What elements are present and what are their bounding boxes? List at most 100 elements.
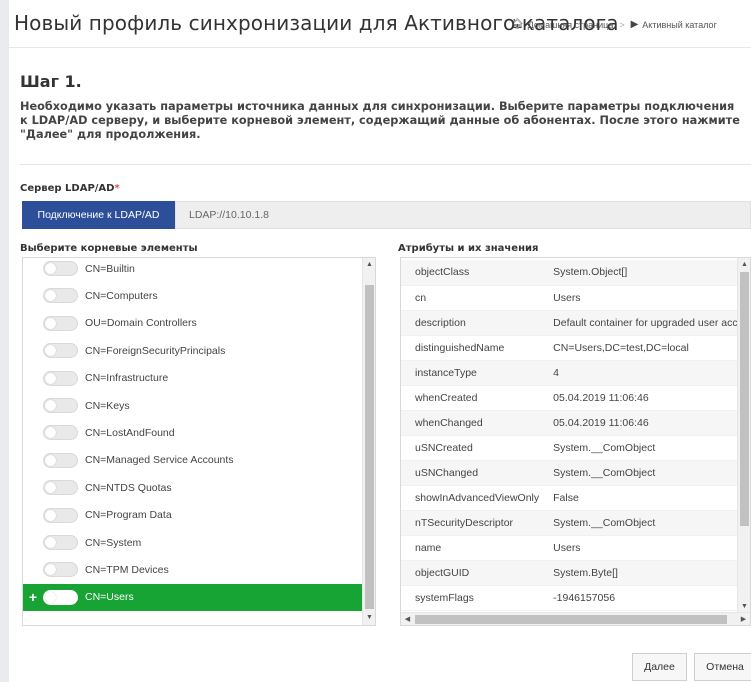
tree-item[interactable]: CN=Keys (23, 392, 363, 419)
tree-item-label: CN=Managed Service Accounts (85, 454, 234, 467)
attribute-value: 05.04.2019 11:06:46 (539, 385, 750, 411)
attribute-name: systemFlags (401, 585, 540, 611)
table-row[interactable]: whenChanged 05.04.2019 11:06:46 (401, 410, 750, 436)
tree-item-label: OU=Domain Controllers (85, 317, 197, 330)
tree-item[interactable]: CN=TPM Devices (23, 556, 363, 583)
toggle-switch[interactable] (43, 535, 78, 550)
tree-item[interactable]: CN=NTDS Quotas (23, 474, 363, 501)
toggle-switch[interactable] (43, 288, 78, 304)
toggle-switch[interactable] (43, 562, 78, 578)
server-label-text: Сервер LDAP/AD (20, 183, 115, 194)
attribute-name: objectGUID (401, 560, 540, 586)
tree-item-label: CN=Program Data (85, 509, 172, 522)
attribute-value: False (539, 485, 750, 511)
attribute-value: -1946157056 (539, 585, 750, 611)
tree-item-label: CN=NTDS Quotas (85, 481, 172, 494)
attributes-table: objectClass System.Object[] cn Users descrip… (401, 260, 750, 611)
table-row[interactable]: uSNChanged System.__ComObject (401, 460, 750, 486)
tree-item-label: CN=System (85, 536, 142, 549)
ldap-address-field[interactable]: LDAP://10.10.1.8 (175, 201, 751, 229)
toggle-switch[interactable] (43, 425, 78, 441)
attribute-value: System.Byte[] (539, 560, 750, 586)
table-row[interactable]: showInAdvancedViewOnly False (401, 485, 750, 511)
toggle-switch[interactable] (43, 589, 78, 605)
scroll-thumb[interactable] (740, 272, 749, 526)
attribute-value: Users (539, 535, 750, 561)
table-row[interactable]: uSNCreated System.__ComObject (401, 435, 750, 461)
attribute-value: Users (539, 285, 750, 311)
breadcrumb: 🏠︎ Домашняя страница > ▶ Активный катало… (511, 19, 717, 30)
table-row[interactable]: objectGUID System.Byte[] (401, 560, 750, 586)
table-row[interactable]: systemFlags -1946157056 (401, 585, 750, 611)
scroll-up-icon[interactable]: ▲ (363, 258, 375, 272)
table-row[interactable]: cn Users (401, 285, 750, 311)
expand-icon[interactable]: + (23, 589, 43, 605)
table-row[interactable]: name Users (401, 535, 750, 561)
toggle-switch[interactable] (43, 480, 78, 496)
toggle-switch[interactable] (43, 507, 78, 523)
toggle-switch[interactable] (43, 370, 78, 386)
attributes-label: Атрибуты и их значения (398, 243, 539, 254)
left-sidebar-edge (0, 0, 9, 682)
table-row[interactable]: objectClass System.Object[] (401, 260, 750, 286)
toggle-switch[interactable] (43, 452, 78, 468)
connect-ldap-button[interactable]: Подключение к LDAP/AD (22, 201, 175, 229)
tree-item-label: CN=Infrastructure (85, 372, 169, 385)
toggle-switch[interactable] (43, 261, 78, 276)
tree-item[interactable]: CN=Program Data (23, 502, 363, 529)
table-row[interactable]: whenCreated 05.04.2019 11:06:46 (401, 385, 750, 411)
tree-item-label: CN=Builtin (85, 262, 135, 275)
required-mark: * (114, 183, 120, 194)
table-row[interactable]: nTSecurityDescriptor System.__ComObject (401, 510, 750, 536)
root-elements-tree[interactable]: CN=Builtin CN=Computers OU=Domain Controll… (22, 257, 376, 626)
scroll-thumb[interactable] (415, 615, 727, 624)
attribute-value: System.__ComObject (539, 510, 750, 536)
attributes-vertical-scrollbar[interactable]: ▲ ▼ (737, 258, 750, 614)
tree-item[interactable]: CN=System (23, 529, 363, 556)
attribute-name: name (401, 535, 540, 561)
toggle-switch[interactable] (43, 398, 78, 413)
breadcrumb-home-link[interactable]: Домашняя страница (528, 20, 614, 30)
attribute-value: 05.04.2019 11:06:46 (539, 410, 750, 436)
tree-vertical-scrollbar[interactable]: ▲ ▼ (362, 258, 375, 625)
scroll-left-icon[interactable]: ◀ (401, 613, 414, 625)
table-row[interactable]: instanceType 4 (401, 360, 750, 386)
tree-item[interactable]: OU=Domain Controllers (23, 310, 363, 337)
cancel-button[interactable]: Отмена (694, 653, 751, 681)
tree-item[interactable]: + CN=Users (23, 583, 363, 611)
folder-icon: ▶ (630, 19, 639, 30)
tree-item[interactable]: CN=ForeignSecurityPrincipals (23, 337, 363, 364)
page-header: Новый профиль синхронизации для Активног… (9, 0, 751, 48)
server-label: Сервер LDAP/AD* (20, 183, 120, 194)
next-button[interactable]: Далее (632, 653, 687, 681)
tree-item-label: CN=Computers (85, 289, 158, 302)
toggle-switch[interactable] (43, 315, 78, 331)
tree-item[interactable]: CN=LostAndFound (23, 419, 363, 446)
step-description: Необходимо указать параметры источника д… (20, 100, 740, 141)
breadcrumb-separator: > (619, 19, 625, 30)
tree-item[interactable]: CN=Builtin (23, 258, 363, 282)
attributes-table-panel[interactable]: objectClass System.Object[] cn Users descrip… (400, 257, 751, 626)
attribute-name: objectClass (401, 260, 540, 286)
attribute-name: cn (401, 285, 540, 311)
tree-label: Выберите корневые элементы (20, 243, 198, 254)
scroll-down-icon[interactable]: ▼ (363, 611, 375, 625)
scroll-right-icon[interactable]: ▶ (737, 613, 750, 625)
tree-item[interactable]: CN=Computers (23, 282, 363, 309)
table-row[interactable]: distinguishedName CN=Users,DC=test,DC=loc… (401, 335, 750, 361)
attribute-name: instanceType (401, 360, 540, 386)
tree-item-label: CN=LostAndFound (85, 426, 175, 439)
table-row[interactable]: description Default container for upgrade… (401, 310, 750, 336)
scroll-up-icon[interactable]: ▲ (738, 258, 750, 272)
scroll-thumb[interactable] (365, 285, 374, 609)
attribute-name: whenCreated (401, 385, 540, 411)
toggle-switch[interactable] (43, 343, 78, 359)
tree-item[interactable]: CN=Infrastructure (23, 365, 363, 392)
page: Новый профиль синхронизации для Активног… (9, 0, 751, 682)
attribute-value: System.__ComObject (539, 460, 750, 486)
tree-item[interactable]: CN=Managed Service Accounts (23, 447, 363, 474)
attributes-horizontal-scrollbar[interactable]: ◀ ▶ (401, 612, 750, 625)
breadcrumb-current[interactable]: Активный каталог (642, 20, 717, 30)
attribute-value: System.__ComObject (539, 435, 750, 461)
step-title: Шаг 1. (20, 72, 82, 91)
